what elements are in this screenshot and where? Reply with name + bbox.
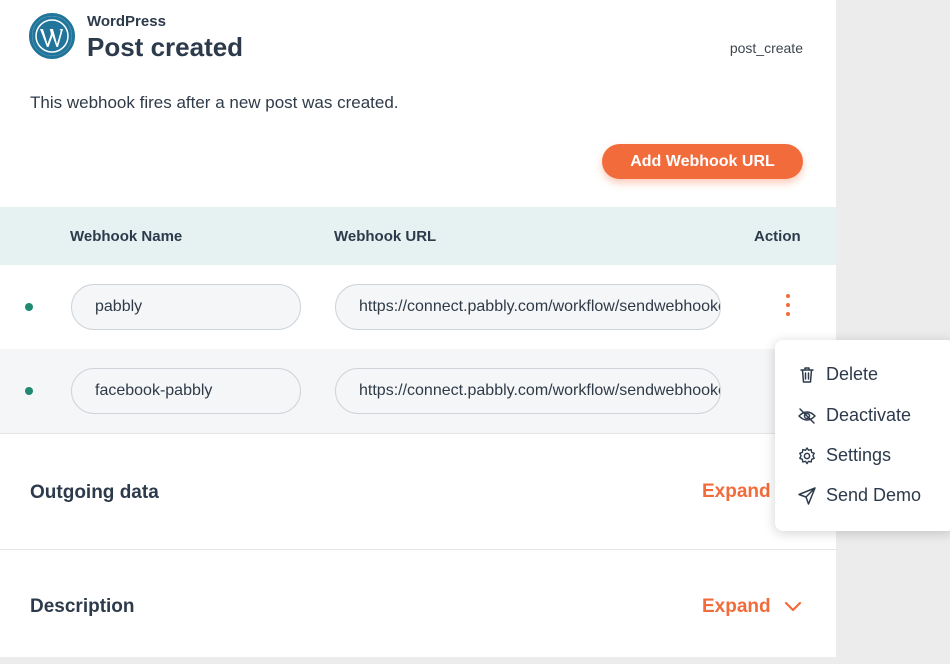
add-webhook-url-button[interactable]: Add Webhook URL <box>602 144 803 179</box>
menu-item-label: Settings <box>826 445 892 465</box>
webhook-url-field[interactable]: https://connect.pabbly.com/workflow/send… <box>335 368 721 414</box>
webhook-url-field[interactable]: https://connect.pabbly.com/workflow/send… <box>335 284 721 330</box>
menu-item-label: Send Demo <box>826 485 922 505</box>
outgoing-data-section: Outgoing data Expand <box>0 434 836 550</box>
column-header-action: Action <box>754 228 801 245</box>
column-header-webhook-url: Webhook URL <box>334 228 437 245</box>
table-row: pabbly https://connect.pabbly.com/workfl… <box>0 265 836 349</box>
wordpress-logo-icon <box>29 13 75 59</box>
chevron-down-icon <box>784 601 802 612</box>
webhook-name-field[interactable]: facebook-pabbly <box>71 368 301 414</box>
event-title: Post created <box>87 32 244 62</box>
action-menu: Delete Deactivate Settings Send Demo <box>775 340 950 531</box>
description-section: Description Expand <box>0 549 836 664</box>
menu-item-label: Deactivate <box>826 405 912 425</box>
expand-button[interactable]: Expand <box>702 481 771 503</box>
event-description: This webhook fires after a new post was … <box>30 93 399 112</box>
more-options-icon[interactable] <box>778 292 798 322</box>
gear-icon <box>799 447 815 465</box>
active-status-dot <box>25 303 33 311</box>
section-title: Description <box>30 596 135 617</box>
active-status-dot <box>25 387 33 395</box>
section-title: Outgoing data <box>30 482 159 503</box>
trash-icon <box>800 367 814 383</box>
menu-item-label: Delete <box>826 364 879 384</box>
webhook-panel: WordPress Post created post_create This … <box>0 0 836 657</box>
webhook-table-header: Webhook Name Webhook URL Action <box>0 207 836 265</box>
expand-button[interactable]: Expand <box>702 596 802 618</box>
send-icon <box>798 487 816 505</box>
column-header-webhook-name: Webhook Name <box>70 228 183 245</box>
expand-label: Expand <box>702 481 771 502</box>
app-name: WordPress <box>87 13 166 30</box>
webhook-name-field[interactable]: pabbly <box>71 284 301 330</box>
eye-off-icon <box>798 408 816 424</box>
table-row: facebook-pabbly https://connect.pabbly.c… <box>0 349 836 434</box>
event-code: post_create <box>729 40 803 56</box>
expand-label: Expand <box>702 596 771 617</box>
